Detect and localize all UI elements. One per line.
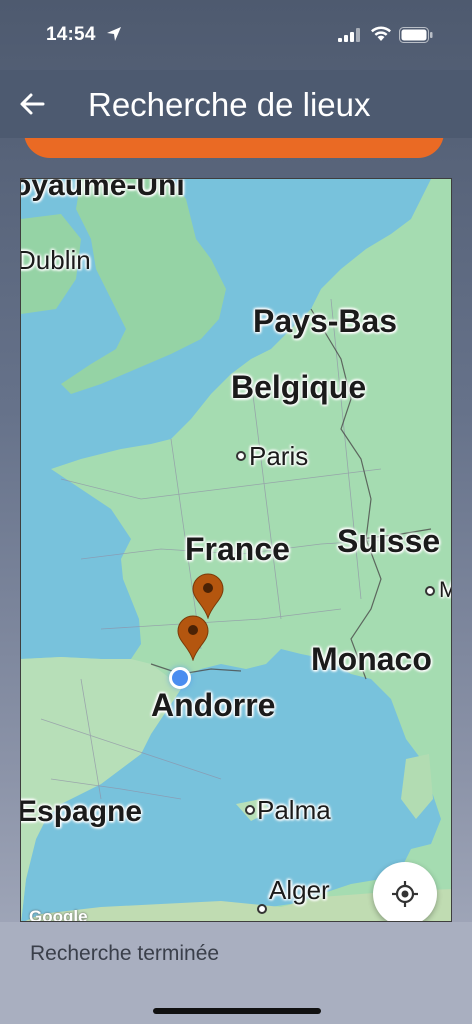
cellular-signal-icon [338,28,360,42]
user-location-dot [169,667,191,689]
map-marker-pin[interactable] [191,573,225,619]
page-title: Recherche de lieux [88,86,371,123]
home-indicator[interactable] [153,1008,321,1014]
map-label-alger: Alger [269,875,330,905]
map-city-dot-alger [257,904,267,914]
map-city-dot-edge [425,586,435,596]
back-arrow-icon[interactable] [18,90,46,118]
map-label-andorra: Andorre [151,687,276,723]
map-label-paris: Paris [249,441,309,471]
map-attribution: Google [29,907,88,922]
map-label-uk: oyaume-Uni [20,178,185,202]
status-bar: 14:54 [0,0,472,70]
battery-icon [399,27,433,43]
search-status-text: Recherche terminée [30,942,220,965]
map-label-netherlands: Pays-Bas [253,303,398,339]
map-label-switzerland: Suisse [337,523,441,559]
bottom-panel: Recherche terminée [0,922,472,1024]
map-label-dublin: Dublin [20,245,91,275]
map-label-monaco: Monaco [311,641,432,677]
map-label-spain: Espagne [20,795,143,828]
map-label-palma: Palma [257,795,331,825]
wifi-icon [371,26,391,41]
map-label-edge-m: M [439,577,451,603]
crosshair-icon [392,881,418,907]
map-city-dot-palma [245,805,255,815]
map-label-belgium: Belgique [231,369,367,405]
map-city-dot-paris [236,451,246,461]
app-bar: Recherche de lieux [0,70,472,138]
map-view[interactable]: oyaume-Uni Dublin Pays-Bas Belgique Pari… [20,178,452,922]
my-location-button[interactable] [373,862,437,921]
map-label-france: France [185,531,290,567]
status-time: 14:54 [46,24,96,45]
location-arrow-icon [107,27,121,41]
map-marker-pin[interactable] [176,615,210,661]
